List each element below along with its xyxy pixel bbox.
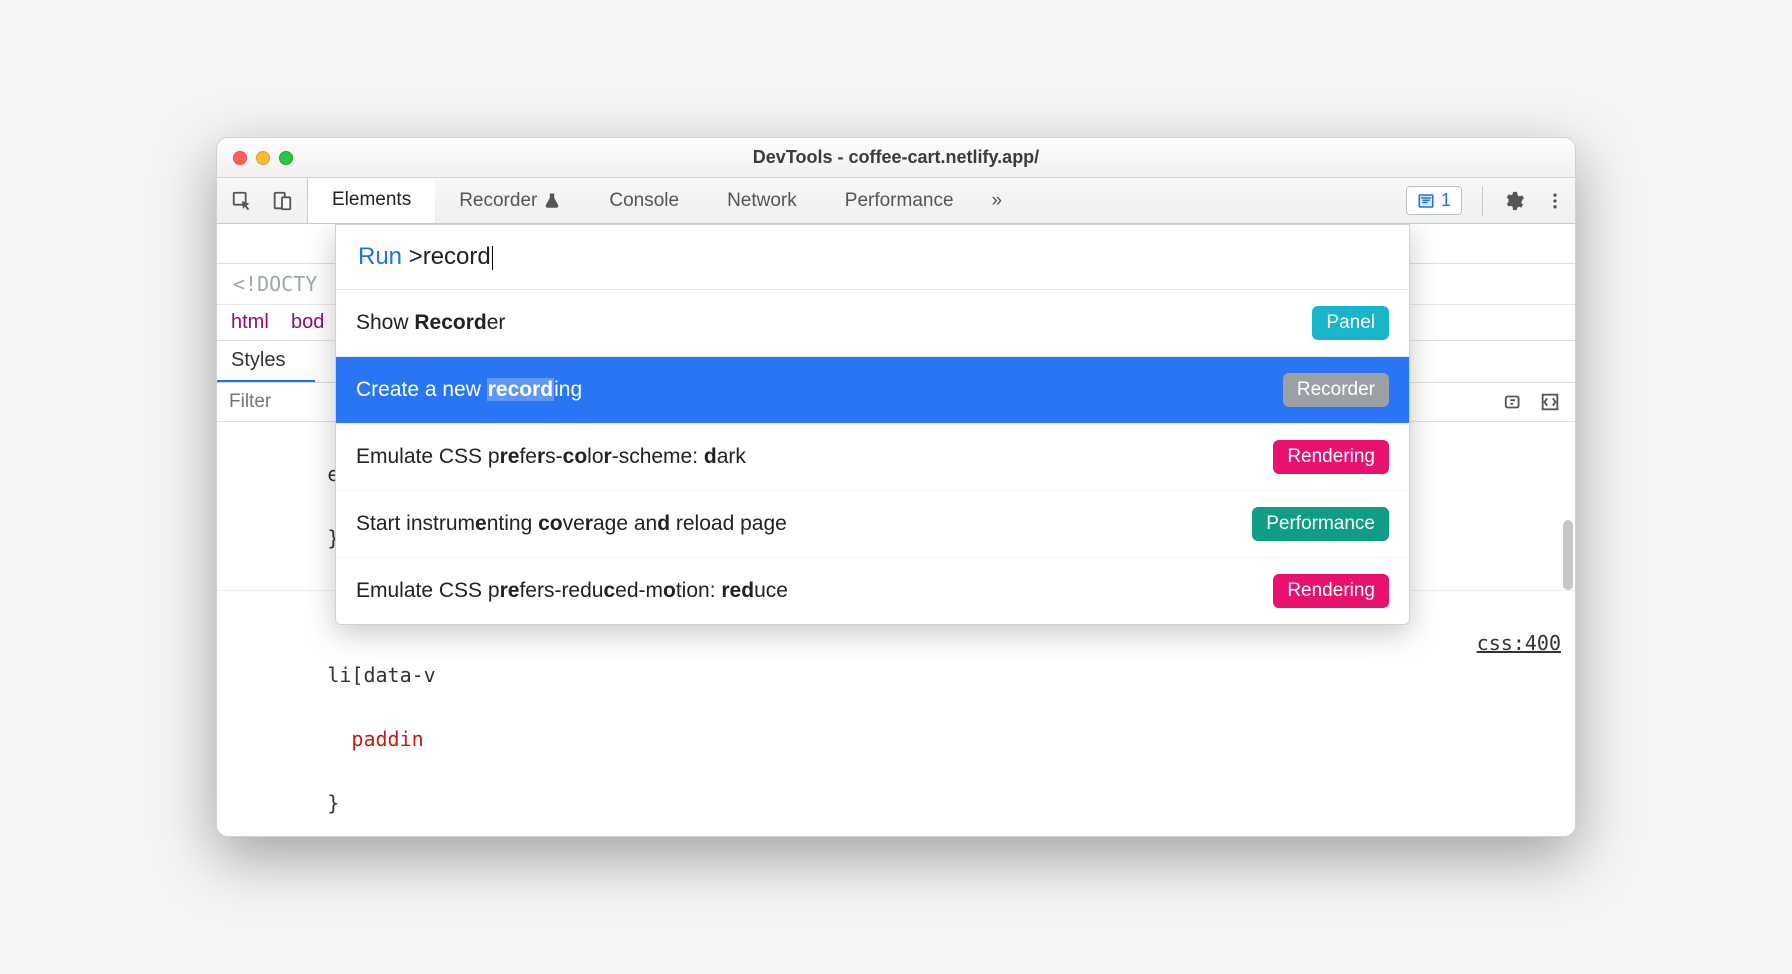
command-label: Start instrumenting coverage and reload … bbox=[356, 512, 787, 536]
command-item-emulate-reduced-motion[interactable]: Emulate CSS prefers-reduced-motion: redu… bbox=[336, 558, 1409, 624]
command-badge: Rendering bbox=[1273, 440, 1389, 474]
tab-label: Console bbox=[609, 190, 679, 212]
main-toolbar: Elements Recorder Console Network Perfor… bbox=[217, 178, 1575, 224]
command-badge: Panel bbox=[1312, 306, 1389, 340]
command-palette: Run >record Show Recorder Panel Create a… bbox=[335, 224, 1410, 625]
issues-counter[interactable]: 1 bbox=[1406, 186, 1462, 215]
gear-icon bbox=[1503, 190, 1525, 212]
more-vertical-icon bbox=[1545, 191, 1565, 211]
issues-count: 1 bbox=[1441, 190, 1451, 211]
tab-label: Performance bbox=[845, 190, 954, 212]
command-label: Emulate CSS prefers-reduced-motion: redu… bbox=[356, 579, 788, 603]
command-badge: Recorder bbox=[1283, 373, 1389, 407]
tab-console[interactable]: Console bbox=[585, 178, 703, 223]
window-titlebar: DevTools - coffee-cart.netlify.app/ bbox=[217, 138, 1575, 178]
css-property: paddin bbox=[351, 727, 423, 751]
command-badge: Rendering bbox=[1273, 574, 1389, 608]
tab-label: Elements bbox=[332, 189, 411, 211]
toggle-classes-icon[interactable] bbox=[1539, 391, 1561, 413]
breadcrumb-item[interactable]: html bbox=[231, 311, 269, 333]
device-toggle-icon[interactable] bbox=[271, 190, 293, 212]
command-palette-input[interactable]: Run >record bbox=[336, 225, 1409, 290]
more-button[interactable] bbox=[1535, 191, 1575, 211]
command-item-show-recorder[interactable]: Show Recorder Panel bbox=[336, 290, 1409, 357]
css-source-link[interactable]: css:400 bbox=[1477, 627, 1561, 659]
command-query-text: >record bbox=[409, 243, 491, 270]
tab-styles[interactable]: Styles bbox=[217, 341, 315, 382]
command-prompt-label: Run bbox=[358, 243, 402, 270]
command-label: Emulate CSS prefers-color-scheme: dark bbox=[356, 445, 746, 469]
settings-button[interactable] bbox=[1493, 190, 1535, 212]
command-badge: Performance bbox=[1252, 507, 1389, 541]
tab-performance[interactable]: Performance bbox=[821, 178, 978, 223]
tab-label: Network bbox=[727, 190, 797, 212]
command-item-coverage[interactable]: Start instrumenting coverage and reload … bbox=[336, 491, 1409, 558]
window-title: DevTools - coffee-cart.netlify.app/ bbox=[217, 147, 1575, 168]
breadcrumb-item[interactable]: bod bbox=[291, 311, 324, 333]
command-item-emulate-dark[interactable]: Emulate CSS prefers-color-scheme: dark R… bbox=[336, 424, 1409, 491]
tab-recorder[interactable]: Recorder bbox=[435, 178, 585, 223]
scrollbar-thumb[interactable] bbox=[1563, 520, 1573, 590]
tabs-overflow-button[interactable]: » bbox=[978, 178, 1017, 223]
inspect-element-icon[interactable] bbox=[231, 190, 253, 212]
panel-tabs: Elements Recorder Console Network Perfor… bbox=[308, 178, 1016, 223]
elements-panel: <!DOCTY html bod Styles element.s } c bbox=[217, 224, 1575, 836]
devtools-window: DevTools - coffee-cart.netlify.app/ Elem… bbox=[216, 137, 1576, 837]
tab-elements[interactable]: Elements bbox=[308, 178, 435, 223]
command-item-create-recording[interactable]: Create a new recording Recorder bbox=[336, 357, 1409, 424]
text-cursor bbox=[492, 246, 493, 270]
issues-icon bbox=[1417, 192, 1435, 210]
chevron-double-right-icon: » bbox=[992, 190, 1003, 212]
experiment-icon bbox=[543, 192, 561, 210]
hover-state-icon[interactable] bbox=[1503, 391, 1525, 413]
css-selector: li[data-v bbox=[327, 663, 435, 687]
tab-label: Recorder bbox=[459, 190, 537, 212]
tab-network[interactable]: Network bbox=[703, 178, 821, 223]
